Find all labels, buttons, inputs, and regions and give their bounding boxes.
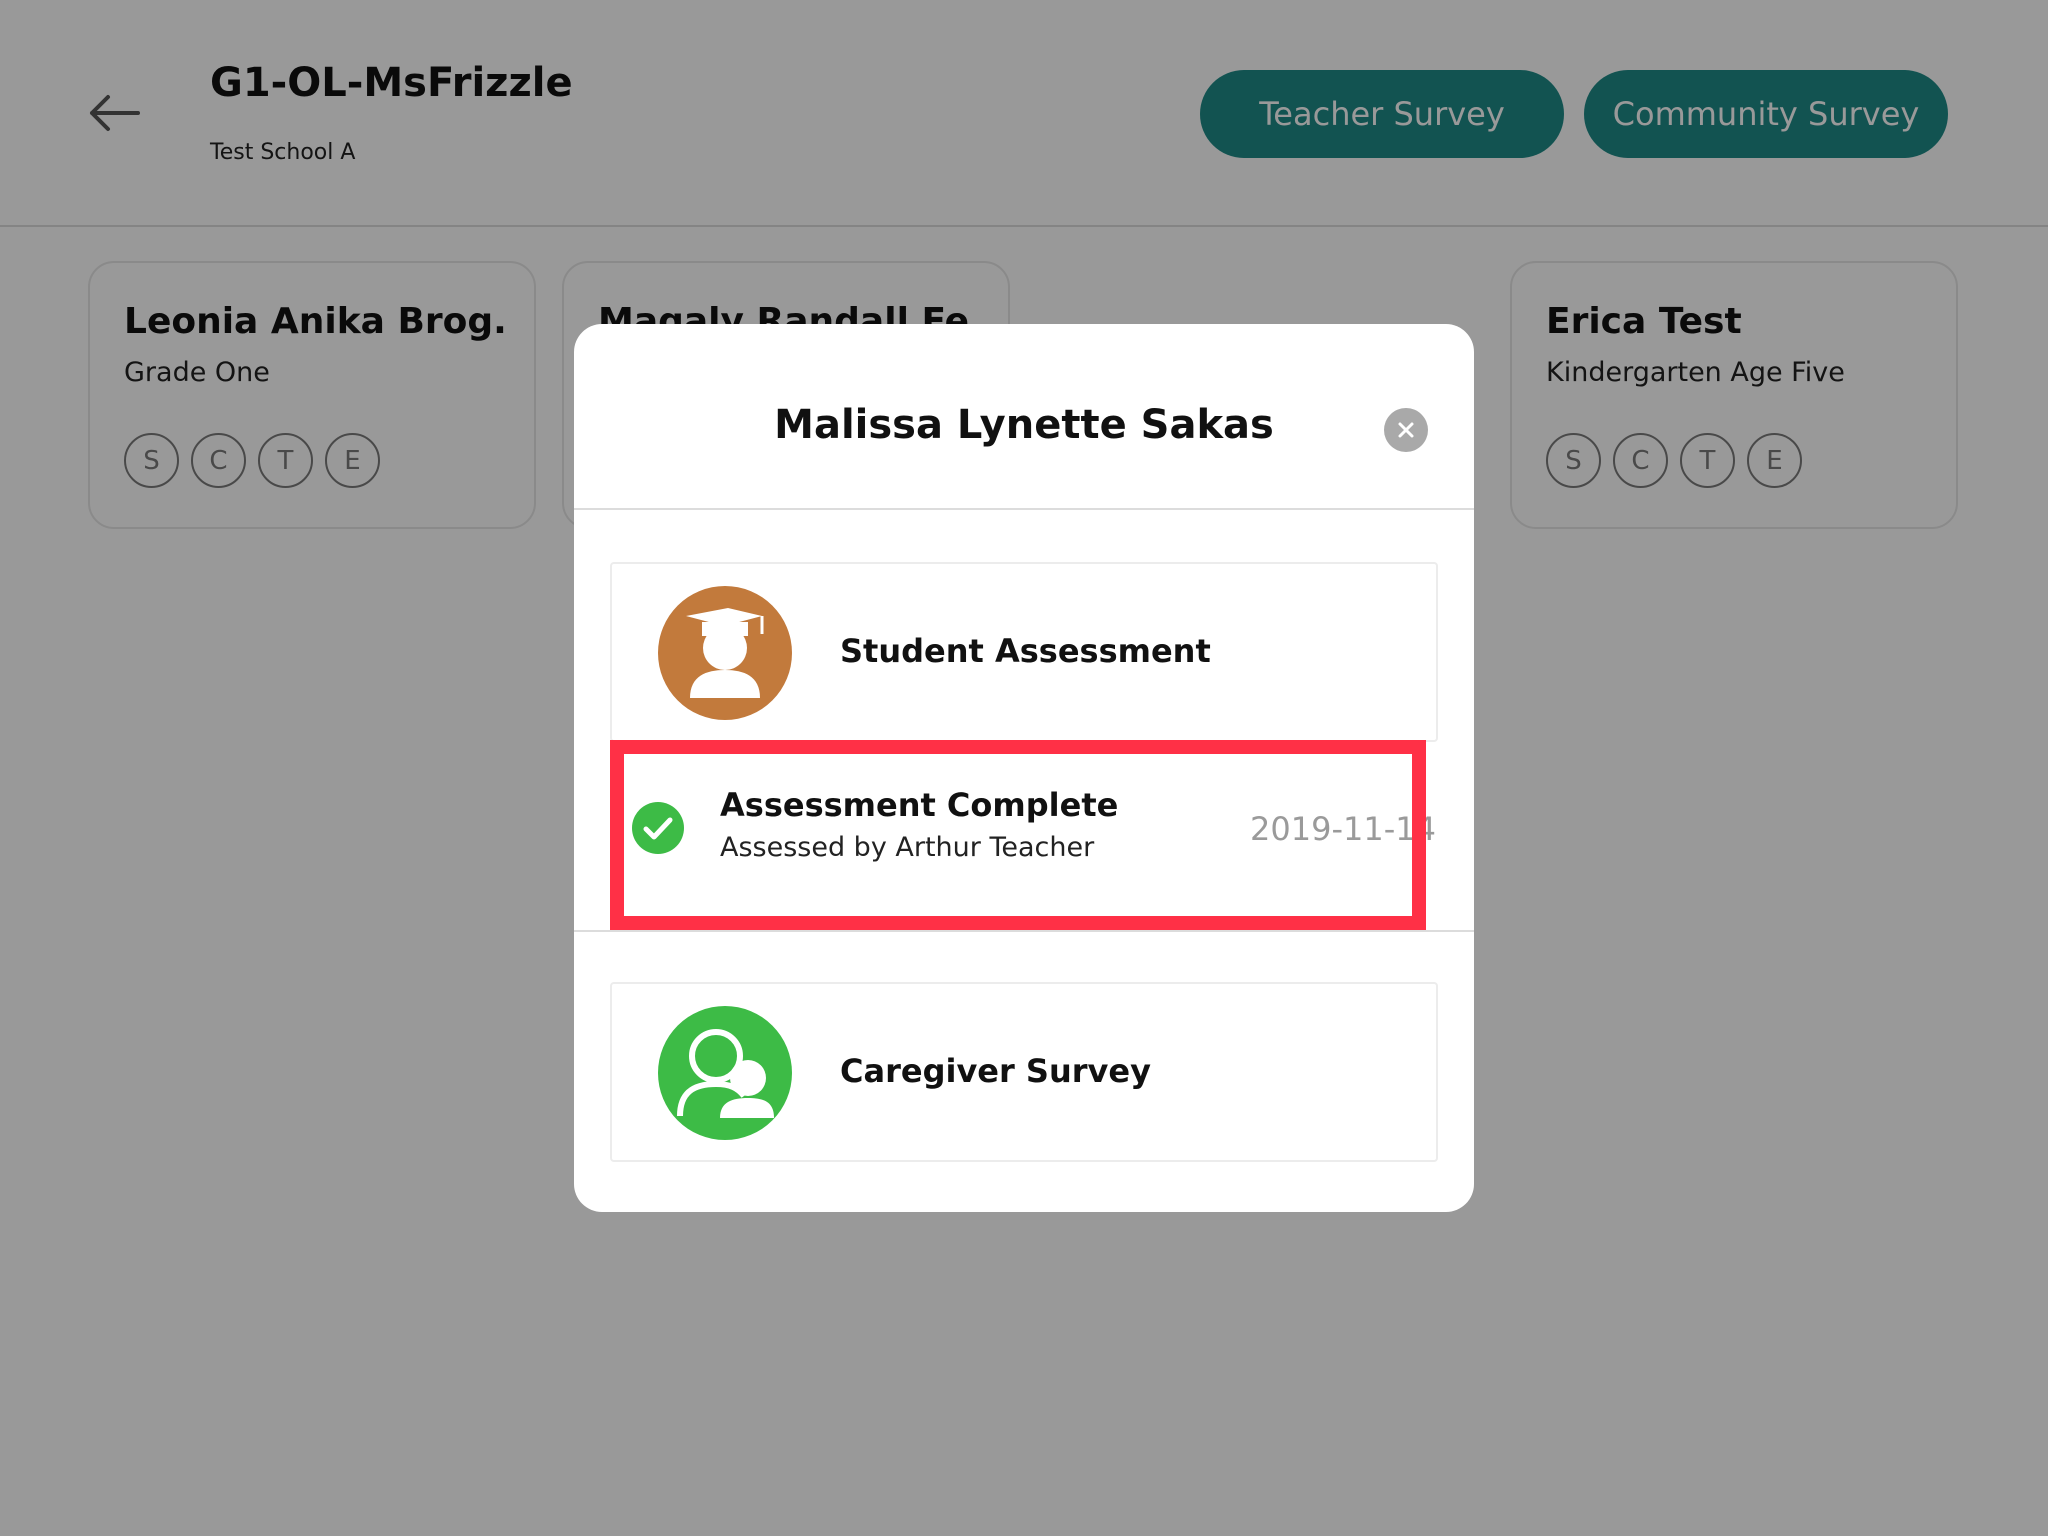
result-title: Assessment Complete	[720, 786, 1119, 824]
result-date: 2019-11-14	[1250, 810, 1436, 848]
close-icon	[1398, 422, 1414, 438]
caregiver-people-icon	[658, 1006, 792, 1140]
modal-header: Malissa Lynette Sakas	[574, 324, 1474, 510]
caregiver-survey-label: Caregiver Survey	[840, 1052, 1151, 1090]
assessment-result-row[interactable]: Assessment Complete Assessed by Arthur T…	[610, 748, 1438, 908]
class-page: G1-OL-MsFrizzle Test School A Teacher Su…	[0, 0, 2048, 1536]
student-assessment-label: Student Assessment	[840, 632, 1211, 670]
check-circle-icon	[632, 802, 684, 854]
student-modal: Malissa Lynette Sakas Student Assessment	[574, 324, 1474, 1212]
student-assessment-option[interactable]: Student Assessment	[610, 562, 1438, 742]
result-assessor: Assessed by Arthur Teacher	[720, 832, 1095, 863]
graduate-student-icon	[658, 586, 792, 720]
caregiver-survey-option[interactable]: Caregiver Survey	[610, 982, 1438, 1162]
modal-divider	[574, 930, 1474, 932]
modal-title: Malissa Lynette Sakas	[774, 402, 1274, 448]
close-button[interactable]	[1384, 408, 1428, 452]
